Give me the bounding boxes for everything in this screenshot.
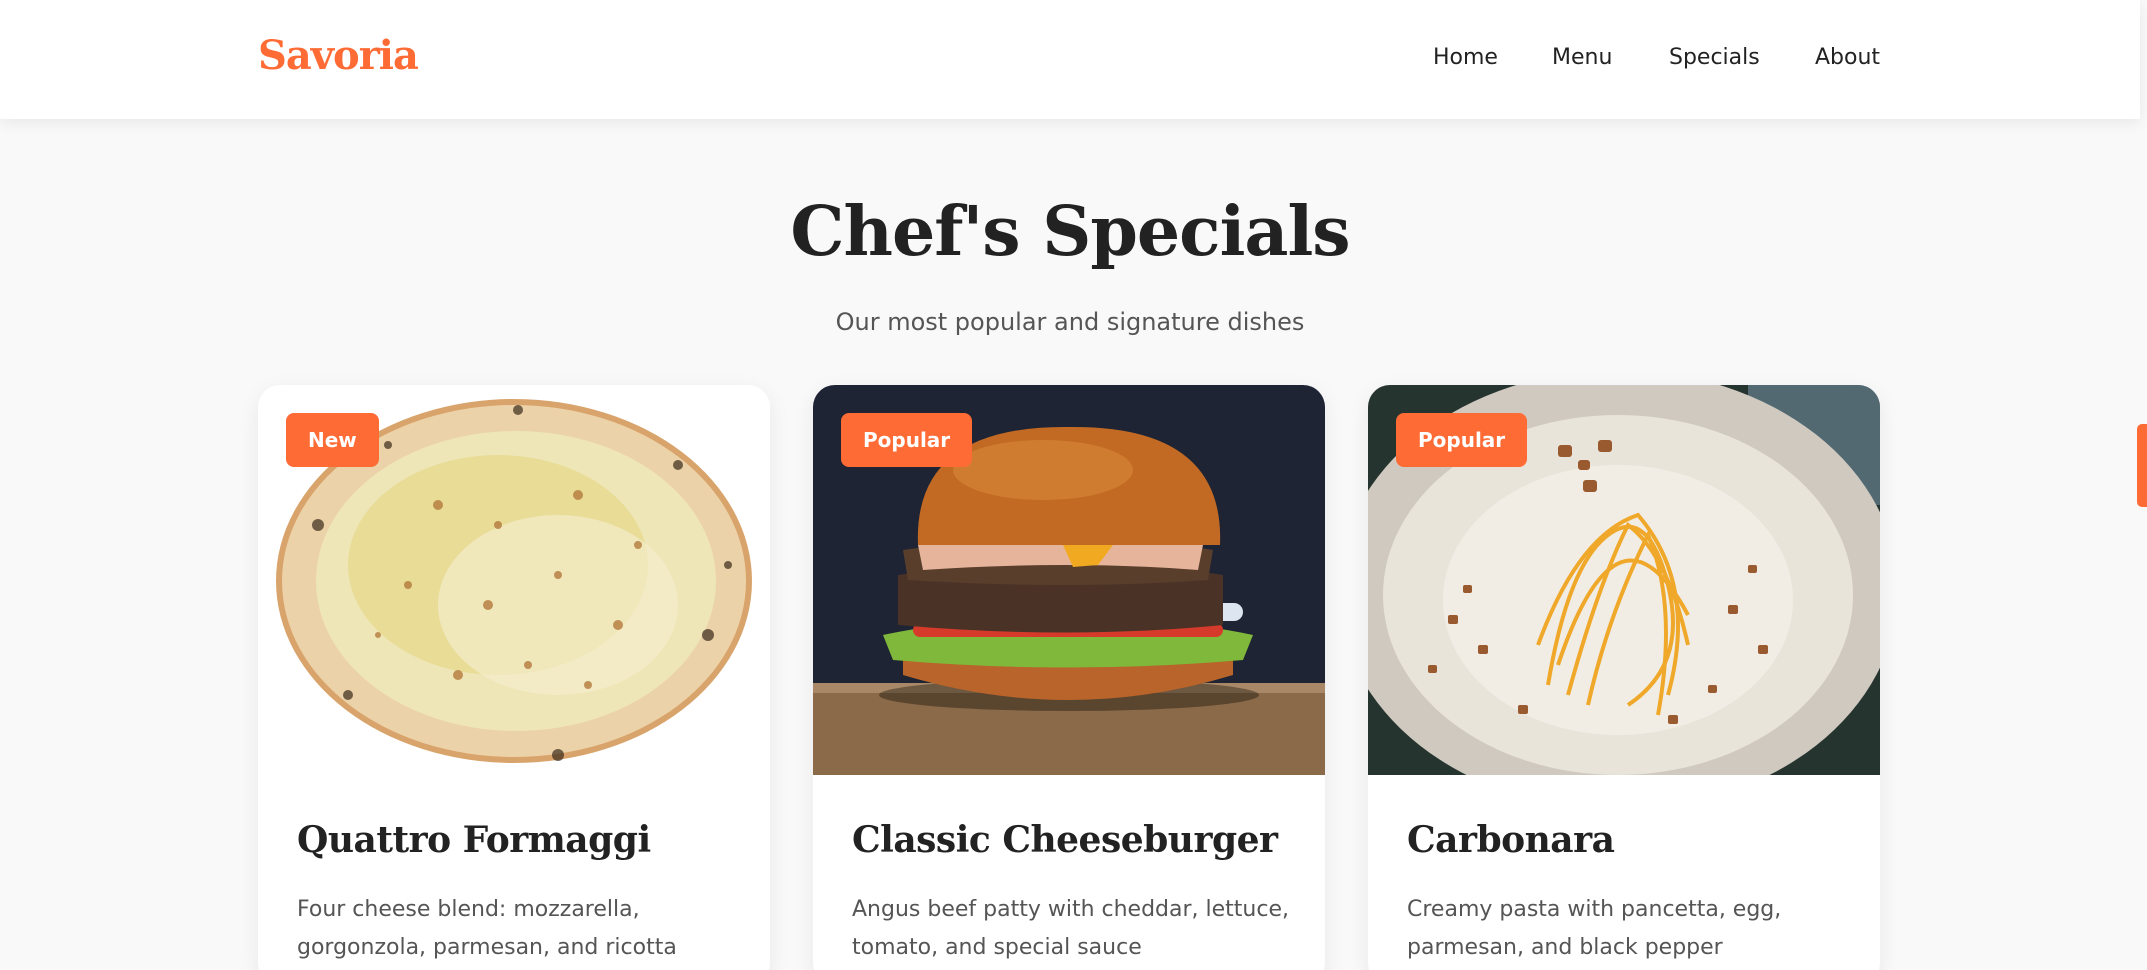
badge-popular: Popular xyxy=(841,413,973,467)
section-subtitle: Our most popular and signature dishes xyxy=(835,308,1305,336)
dish-image-pizza: New xyxy=(258,385,770,775)
dish-description: Creamy pasta with pancetta, egg, parmesa… xyxy=(1407,897,1782,960)
badge-popular: Popular xyxy=(1396,413,1528,467)
navbar: Savoria Home Menu Specials About xyxy=(0,0,2140,119)
section-title: Chef's Specials xyxy=(790,192,1350,272)
dish-title: Quattro Formaggi xyxy=(297,819,651,861)
dish-image-burger: Popular xyxy=(813,385,1325,775)
dish-image-pasta: Popular xyxy=(1368,385,1880,775)
dish-description: Angus beef patty with cheddar, lettuce, … xyxy=(852,897,1289,960)
brand-logo[interactable]: Savoria xyxy=(258,32,419,79)
dish-title: Carbonara xyxy=(1407,819,1615,861)
badge-new: New xyxy=(286,413,379,467)
nav-link-specials[interactable]: Specials xyxy=(1669,45,1760,70)
dish-card[interactable]: Popular Carbonara Creamy pasta with panc… xyxy=(1368,385,1880,970)
dish-description: Four cheese blend: mozzarella, gorgonzol… xyxy=(297,897,677,960)
nav-link-home[interactable]: Home xyxy=(1433,45,1498,70)
dish-title: Classic Cheeseburger xyxy=(852,819,1278,861)
dish-card[interactable]: Popular Classic Cheeseburger Angus beef … xyxy=(813,385,1325,970)
nav-link-about[interactable]: About xyxy=(1815,45,1880,70)
dish-card[interactable]: New Quattro Formaggi Four cheese blend: … xyxy=(258,385,770,970)
scrollbar-thumb[interactable] xyxy=(2137,424,2147,507)
nav-link-menu[interactable]: Menu xyxy=(1552,45,1612,70)
